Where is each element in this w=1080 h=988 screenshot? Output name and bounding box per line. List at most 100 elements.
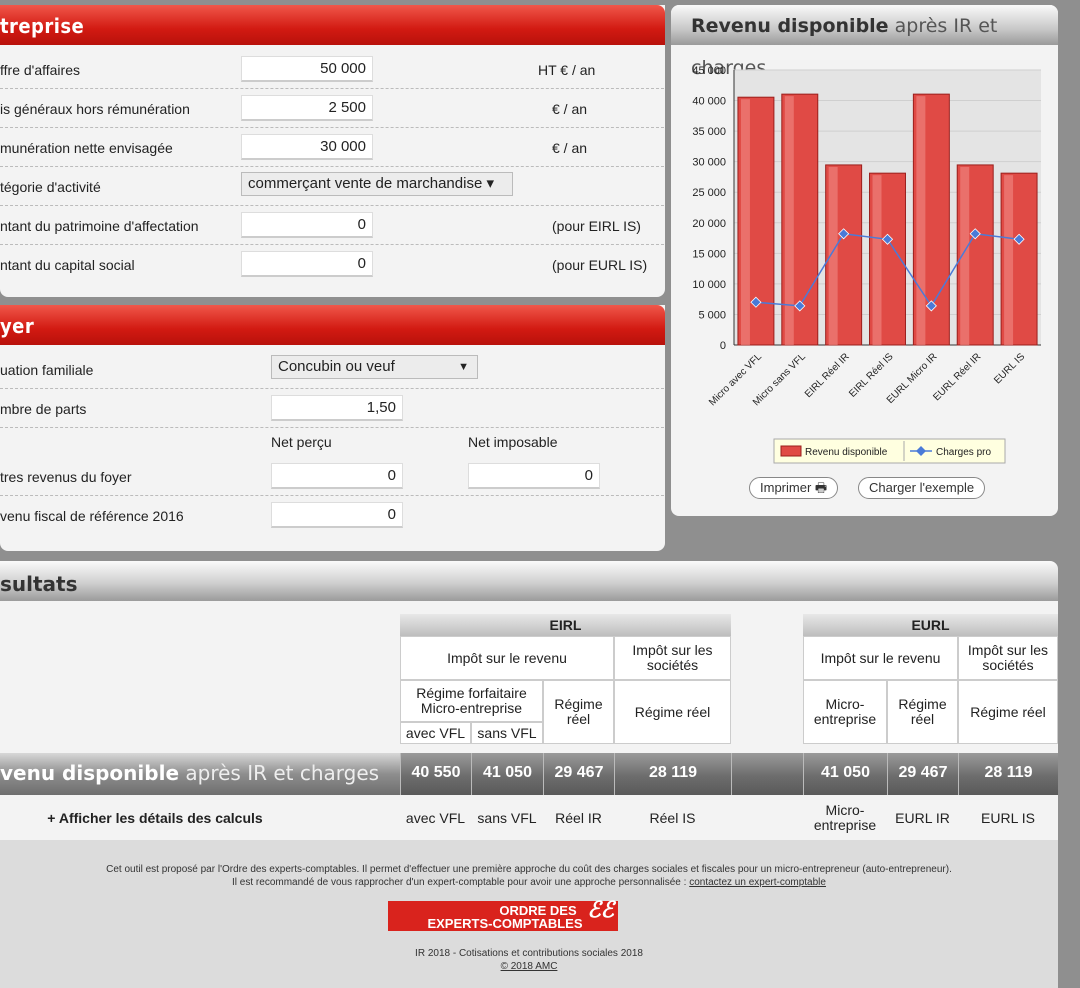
eurl-regime-reel: Régime réel: [887, 680, 958, 744]
chiffre-affaires-input[interactable]: 50 000: [241, 56, 373, 82]
eirl-header: EIRL: [400, 614, 731, 636]
footer-line2: Il est recommandé de vous rapprocher d'u…: [0, 877, 1058, 888]
y-tick-label: 20 000: [692, 218, 726, 230]
frais-generaux-unit: € / an: [552, 101, 588, 117]
rd-value-eirl-reel-ir: 29 467: [543, 753, 614, 795]
rd-value-eurl-is: 28 119: [958, 753, 1058, 795]
details-reel-is: Réel IS: [649, 809, 696, 826]
y-tick-label: 15 000: [692, 248, 726, 260]
row-situation: uation familiale Concubin ou veuf ▼: [0, 350, 664, 389]
eirl-impot-revenu: Impôt sur le revenu: [400, 636, 614, 680]
frais-generaux-label: is généraux hors rémunération: [0, 101, 190, 117]
autres-revenus-label: tres revenus du foyer: [0, 469, 132, 485]
chart-title: Revenu disponible après IR et charges: [671, 5, 1058, 79]
rd-value-eurl-micro: 41 050: [803, 753, 887, 795]
printer-icon: 🖶: [814, 480, 828, 495]
net-percu-header: Net perçu: [271, 434, 332, 450]
situation-value: Concubin ou veuf: [278, 358, 395, 375]
situation-select[interactable]: Concubin ou veuf ▼: [271, 355, 478, 379]
revenu-chart: 45 000 40 000 35 000 30 000 25 000 20 000 15 0…: [692, 65, 1041, 464]
legend-bar-label: Revenu disponible: [805, 447, 888, 458]
legend-line-label: Charges pro: [936, 447, 991, 458]
parts-input[interactable]: 1,50: [271, 395, 403, 421]
eirl-is-regime-reel: Régime réel: [614, 680, 731, 744]
x-tick-label: EURL IS: [992, 351, 1027, 386]
load-example-button[interactable]: Charger l'exemple: [858, 477, 986, 499]
y-tick-label: 0: [720, 340, 726, 352]
details-sans-vfl: sans VFL: [477, 809, 537, 826]
frais-generaux-input[interactable]: 2 500: [241, 95, 373, 121]
bar-highlight: [1004, 175, 1014, 345]
y-tick-label: 45 000: [692, 65, 726, 77]
y-tick-label: 30 000: [692, 157, 726, 169]
remuneration-input[interactable]: 30 000: [241, 134, 373, 160]
eurl-header: EURL: [803, 614, 1058, 636]
rfr-label: venu fiscal de référence 2016: [0, 508, 184, 524]
chiffre-affaires-unit: HT € / an: [538, 62, 596, 78]
legend-bar-swatch: [780, 445, 802, 457]
y-tick-label: 35 000: [692, 126, 726, 138]
x-tick-label: EIRL Réel IS: [847, 351, 896, 400]
entreprise-title: treprise: [0, 14, 85, 38]
chevron-down-icon: ▼: [458, 361, 469, 373]
rd-value-micro-avec-vfl: 40 550: [400, 753, 471, 795]
bar-highlight: [872, 175, 882, 345]
foyer-title: yer: [0, 314, 35, 338]
y-tick-label: 25 000: [692, 187, 726, 199]
eurl-impot-revenu: Impôt sur le revenu: [803, 636, 958, 680]
capital-input[interactable]: 0: [241, 251, 373, 277]
footer-line1: Cet outil est proposé par l'Ordre des ex…: [106, 864, 952, 875]
row-rfr: venu fiscal de référence 2016 0: [0, 496, 664, 535]
categorie-label: tégorie d'activité: [0, 179, 101, 195]
row-autres-revenus: tres revenus du foyer 0 0: [0, 457, 664, 496]
rd-rest: après IR et charges: [179, 761, 380, 785]
entreprise-header: treprise: [0, 5, 665, 45]
ordre-logo[interactable]: ORDRE DES EXPERTS-COMPTABLES ℰℰ: [388, 899, 618, 931]
eurl-impot-societes: Impôt sur les sociétés: [958, 636, 1058, 680]
eirl-sans-vfl: sans VFL: [471, 722, 543, 744]
categorie-select[interactable]: commerçant vente de marchandise ▾: [241, 172, 513, 196]
row-categorie: tégorie d'activité commerçant vente de m…: [0, 167, 664, 206]
footer-ir: IR 2018 - Cotisations et contributions s…: [415, 948, 643, 959]
details-reel-ir: Réel IR: [555, 809, 602, 826]
eurl-is-regime-reel: Régime réel: [958, 680, 1058, 744]
foyer-panel: yer uation familiale Concubin ou veuf ▼ m…: [0, 305, 665, 551]
row-parts: mbre de parts 1,50: [0, 389, 664, 428]
chart-title-bold: Revenu disponible: [691, 15, 889, 37]
rd-value-eurl-ir: 29 467: [887, 753, 958, 795]
net-imposable-header: Net imposable: [468, 434, 558, 450]
bar-highlight: [740, 99, 750, 345]
row-frais-generaux: is généraux hors rémunération 2 500 € / …: [0, 89, 664, 128]
patrimoine-input[interactable]: 0: [241, 212, 373, 238]
y-tick-label: 40 000: [692, 96, 726, 108]
eirl-impot-societes: Impôt sur les sociétés: [614, 636, 731, 680]
y-tick-label: 5 000: [698, 309, 726, 321]
row-patrimoine: ntant du patrimoine d'affectation 0 (pou…: [0, 206, 664, 245]
eirl-regime-reel: Régime réel: [543, 680, 614, 744]
details-eurl-ir: EURL IR: [895, 809, 950, 826]
capital-unit: (pour EURL IS): [552, 257, 648, 273]
capital-label: ntant du capital social: [0, 257, 135, 273]
y-tick-label: 10 000: [692, 279, 726, 291]
row-capital: ntant du capital social 0 (pour EURL IS): [0, 245, 664, 284]
autres-percu-input[interactable]: 0: [271, 463, 403, 489]
row-chiffre-affaires: ffre d'affaires 50 000 HT € / an: [0, 50, 664, 89]
patrimoine-unit: (pour EIRL IS): [552, 218, 641, 234]
rfr-input[interactable]: 0: [271, 502, 403, 528]
show-details-link[interactable]: + Afficher les détails des calculs: [0, 800, 310, 836]
results-title: sultats: [0, 572, 78, 596]
rd-bold: venu disponible: [0, 761, 180, 785]
details-micro-entreprise: Micro-entreprise: [813, 802, 877, 833]
row-remuneration: munération nette envisagée 30 000 € / an: [0, 128, 664, 167]
foyer-header: yer: [0, 305, 665, 345]
remuneration-label: munération nette envisagée: [0, 140, 173, 156]
situation-label: uation familiale: [0, 362, 94, 378]
footer-copyright[interactable]: © 2018 AMC: [0, 961, 1058, 972]
contact-expert-link[interactable]: contactez un expert-comptable: [689, 877, 826, 888]
eirl-avec-vfl: avec VFL: [400, 722, 471, 744]
chiffre-affaires-label: ffre d'affaires: [0, 62, 80, 78]
remuneration-unit: € / an: [552, 140, 588, 156]
print-button[interactable]: Imprimer 🖶: [749, 477, 839, 499]
row-col-headers: Net perçu Net imposable: [0, 428, 664, 458]
autres-imposable-input[interactable]: 0: [468, 463, 600, 489]
